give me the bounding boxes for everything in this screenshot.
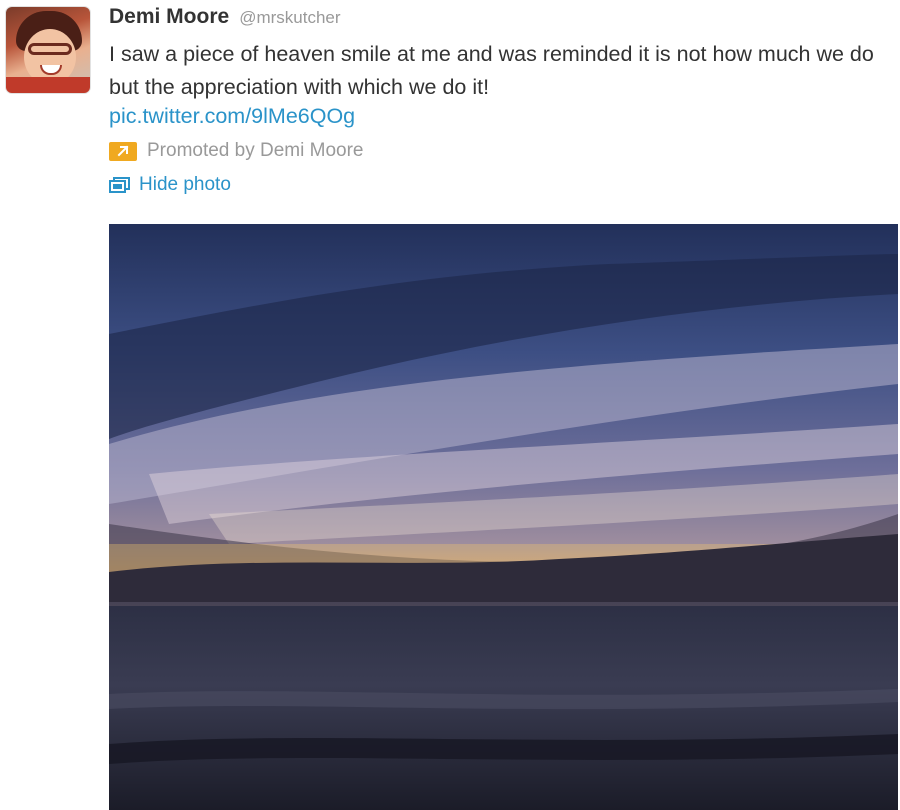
promoted-label: Promoted by Demi Moore xyxy=(109,140,363,162)
tweet-header: Demi Moore @mrskutcher xyxy=(109,5,341,29)
hide-photo-label: Hide photo xyxy=(139,174,231,195)
avatar[interactable] xyxy=(6,7,90,93)
tweet: Demi Moore @mrskutcher I saw a piece of … xyxy=(0,0,900,810)
promoted-text: Promoted by Demi Moore xyxy=(147,140,364,161)
author-handle[interactable]: @mrskutcher xyxy=(239,8,340,28)
photo-link[interactable]: pic.twitter.com/9lMe6QOg xyxy=(109,104,355,129)
hide-photo-button[interactable]: Hide photo xyxy=(109,174,231,196)
author-name[interactable]: Demi Moore xyxy=(109,5,229,29)
promoted-arrow-icon xyxy=(109,141,137,161)
sunset-photo xyxy=(109,224,898,810)
tweet-text: I saw a piece of heaven smile at me and … xyxy=(109,42,874,99)
photo-icon xyxy=(109,176,131,194)
tweet-photo[interactable] xyxy=(109,224,898,810)
